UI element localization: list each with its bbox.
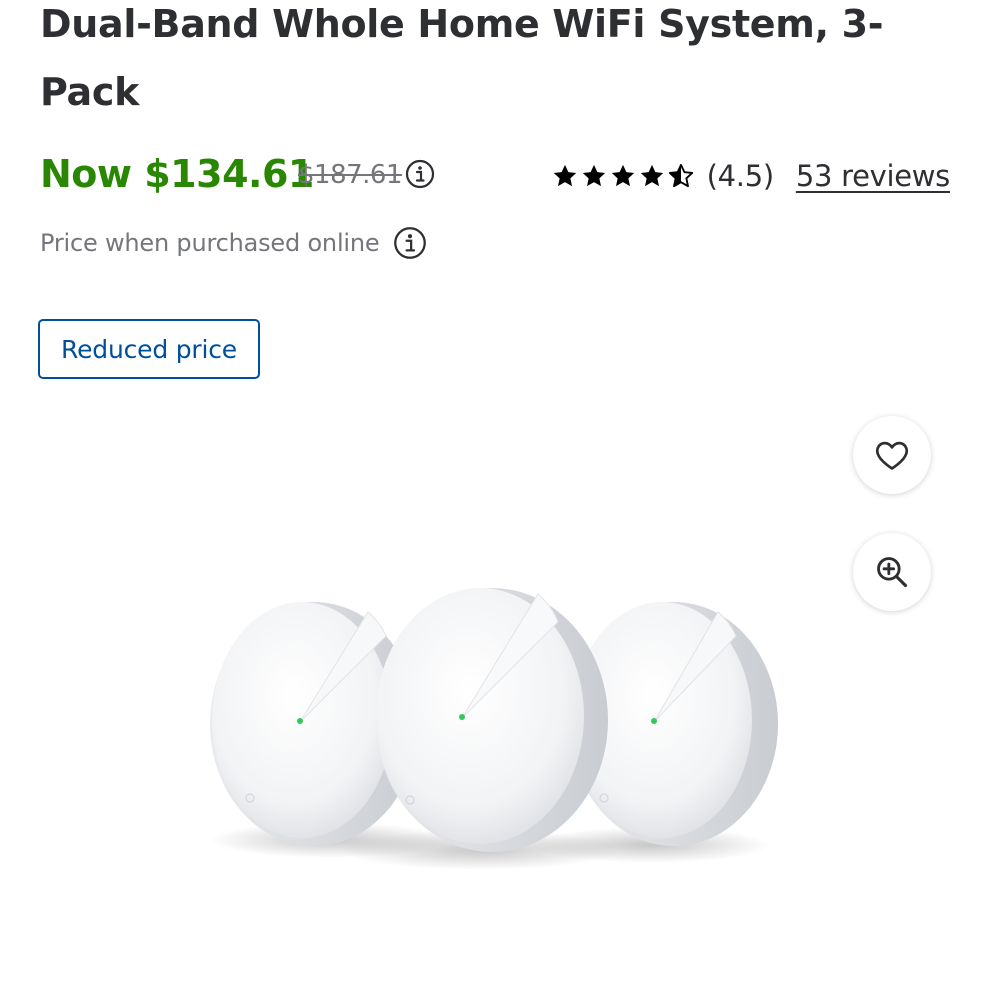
price-info-icon[interactable] bbox=[405, 159, 435, 189]
zoom-button[interactable] bbox=[853, 533, 931, 611]
product-image[interactable] bbox=[180, 560, 840, 900]
rating-value: (4.5) bbox=[706, 159, 775, 193]
star-full-icon bbox=[640, 164, 663, 187]
star-full-icon bbox=[582, 164, 605, 187]
price-disclaimer: Price when purchased online bbox=[40, 224, 427, 262]
star-full-icon bbox=[553, 164, 576, 187]
star-half-icon bbox=[668, 163, 693, 188]
price-disclaimer-text: Price when purchased online bbox=[40, 229, 380, 257]
rating-summary: (4.5) 53 reviews bbox=[551, 156, 950, 196]
current-price: Now $134.61 bbox=[40, 152, 314, 196]
reduced-price-badge: Reduced price bbox=[38, 319, 260, 379]
reviews-link[interactable]: 53 reviews bbox=[796, 159, 950, 193]
zoom-in-icon bbox=[877, 557, 908, 588]
star-full-icon bbox=[611, 164, 634, 187]
mesh-wifi-units-image bbox=[210, 588, 778, 870]
price-row: Now $134.61 $187.61 (4.5) 53 reviews bbox=[40, 146, 950, 202]
disclaimer-info-icon[interactable] bbox=[393, 226, 427, 260]
product-title: Dual-Band Whole Home WiFi System, 3-Pack bbox=[40, 2, 884, 114]
original-price: $187.61 bbox=[298, 160, 403, 190]
favorite-button[interactable] bbox=[853, 416, 931, 494]
heart-icon bbox=[875, 441, 909, 470]
star-rating bbox=[551, 162, 695, 190]
